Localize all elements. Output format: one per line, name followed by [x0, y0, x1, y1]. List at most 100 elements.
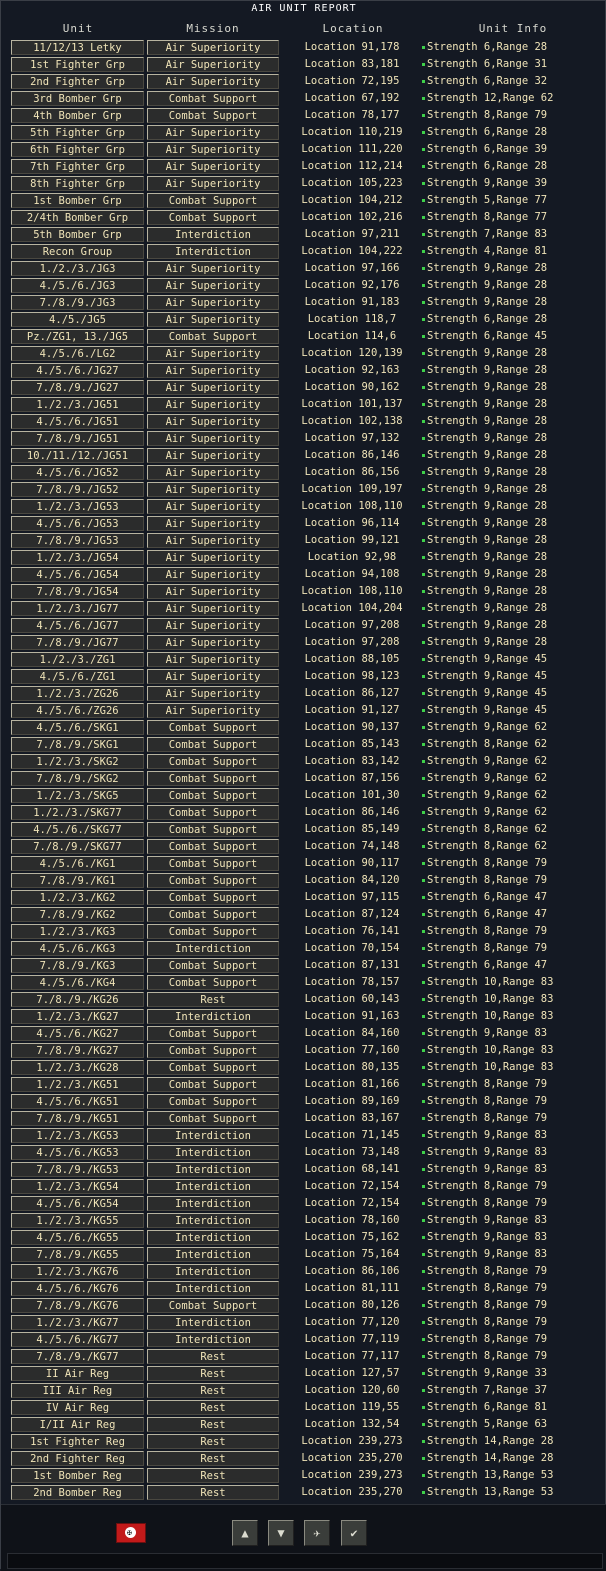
scroll-up-button[interactable]: ▲ [232, 1520, 258, 1546]
table-row[interactable]: 4./5./6./KG77 Interdiction Location 77,119… [1, 1331, 606, 1348]
mission-button[interactable]: Air Superiority [147, 40, 279, 55]
mission-button[interactable]: Rest [147, 1417, 279, 1432]
table-row[interactable]: 1./2./3./KG55 Interdiction Location 78,160… [1, 1212, 606, 1229]
mission-button[interactable]: Combat Support [147, 210, 279, 225]
table-row[interactable]: 7./8./9./JG54 Air Superiority Location 108… [1, 583, 606, 600]
table-row[interactable]: 1./2./3./SKG2 Combat Support Location 83,1… [1, 753, 606, 770]
table-row[interactable]: 7./8./9./KG51 Combat Support Location 83,1… [1, 1110, 606, 1127]
unit-name-button[interactable]: 1st Bomber Reg [11, 1468, 144, 1483]
table-row[interactable]: 7./8./9./KG27 Combat Support Location 77,1… [1, 1042, 606, 1059]
table-row[interactable]: Recon Group Interdiction Location 104,222 S… [1, 243, 606, 260]
table-row[interactable]: 4./5./6./JG77 Air Superiority Location 97,… [1, 617, 606, 634]
unit-name-button[interactable]: 4./5./6./JG77 [11, 618, 144, 633]
unit-name-button[interactable]: 1./2./3./ZG1 [11, 652, 144, 667]
table-row[interactable]: 4./5./6./ZG26 Air Superiority Location 91,… [1, 702, 606, 719]
unit-name-button[interactable]: 7./8./9./SKG1 [11, 737, 144, 752]
unit-name-button[interactable]: 1./2./3./ZG26 [11, 686, 144, 701]
unit-name-button[interactable]: 1./2./3./SKG5 [11, 788, 144, 803]
unit-name-button[interactable]: 1./2./3./KG2 [11, 890, 144, 905]
table-row[interactable]: 7./8./9./KG77 Rest Location 77,117 Strength… [1, 1348, 606, 1365]
table-row[interactable]: 2nd Fighter Reg Rest Location 235,270 Stren… [1, 1450, 606, 1467]
table-row[interactable]: 1./2./3./KG3 Combat Support Location 76,14… [1, 923, 606, 940]
table-row[interactable]: 6th Fighter Grp Air Superiority Location 1… [1, 141, 606, 158]
unit-name-button[interactable]: 4./5./6./JG51 [11, 414, 144, 429]
unit-name-button[interactable]: 2nd Fighter Grp [11, 74, 144, 89]
unit-name-button[interactable]: 4./5./6./KG76 [11, 1281, 144, 1296]
mission-button[interactable]: Interdiction [147, 227, 279, 242]
unit-name-button[interactable]: 1./2./3./JG54 [11, 550, 144, 565]
table-row[interactable]: 4./5./JG5 Air Superiority Location 118,7 St… [1, 311, 606, 328]
unit-name-button[interactable]: 1./2./3./SKG77 [11, 805, 144, 820]
table-row[interactable]: 5th Fighter Grp Air Superiority Location 1… [1, 124, 606, 141]
table-row[interactable]: 4./5./6./KG51 Combat Support Location 89,1… [1, 1093, 606, 1110]
unit-name-button[interactable]: 4./5./6./KG77 [11, 1332, 144, 1347]
unit-name-button[interactable]: 4./5./6./JG52 [11, 465, 144, 480]
unit-name-button[interactable]: 4./5./6./KG27 [11, 1026, 144, 1041]
unit-name-button[interactable]: Pz./ZG1, 13./JG5 [11, 329, 144, 344]
mission-button[interactable]: Combat Support [147, 737, 279, 752]
table-row[interactable]: 4th Bomber Grp Combat Support Location 78,… [1, 107, 606, 124]
table-row[interactable]: 2nd Bomber Reg Rest Location 235,270 Streng… [1, 1484, 606, 1501]
mission-button[interactable]: Combat Support [147, 1094, 279, 1109]
table-row[interactable]: IV Air Reg Rest Location 119,55 Strength 6,… [1, 1399, 606, 1416]
unit-name-button[interactable]: 8th Fighter Grp [11, 176, 144, 191]
unit-name-button[interactable]: 4./5./6./KG3 [11, 941, 144, 956]
unit-name-button[interactable]: 7./8./9./JG3 [11, 295, 144, 310]
table-row[interactable]: 1./2./3./SKG77 Combat Support Location 86,… [1, 804, 606, 821]
mission-button[interactable]: Interdiction [147, 1213, 279, 1228]
table-row[interactable]: 1./2./3./JG3 Air Superiority Location 97,1… [1, 260, 606, 277]
mission-button[interactable]: Air Superiority [147, 448, 279, 463]
mission-button[interactable]: Air Superiority [147, 142, 279, 157]
mission-button[interactable]: Interdiction [147, 1230, 279, 1245]
mission-button[interactable]: Air Superiority [147, 125, 279, 140]
table-row[interactable]: 4./5./6./KG55 Interdiction Location 75,162… [1, 1229, 606, 1246]
table-row[interactable]: 7./8./9./SKG77 Combat Support Location 74,… [1, 838, 606, 855]
unit-name-button[interactable]: 4./5./6./KG53 [11, 1145, 144, 1160]
table-row[interactable]: 7./8./9./JG51 Air Superiority Location 97,… [1, 430, 606, 447]
unit-name-button[interactable]: 7./8./9./JG77 [11, 635, 144, 650]
mission-button[interactable]: Air Superiority [147, 159, 279, 174]
unit-name-button[interactable]: 1./2./3./KG55 [11, 1213, 144, 1228]
table-row[interactable]: 7./8./9./JG77 Air Superiority Location 97,… [1, 634, 606, 651]
mission-button[interactable]: Combat Support [147, 822, 279, 837]
table-row[interactable]: I/II Air Reg Rest Location 132,54 Strength … [1, 1416, 606, 1433]
table-row[interactable]: 7./8./9./KG55 Interdiction Location 75,164… [1, 1246, 606, 1263]
mission-button[interactable]: Air Superiority [147, 482, 279, 497]
mission-button[interactable]: Interdiction [147, 1196, 279, 1211]
table-row[interactable]: 10./11./12./JG51 Air Superiority Location … [1, 447, 606, 464]
unit-name-button[interactable]: 4th Bomber Grp [11, 108, 144, 123]
unit-name-button[interactable]: 7th Fighter Grp [11, 159, 144, 174]
unit-name-button[interactable]: 7./8./9./KG76 [11, 1298, 144, 1313]
unit-name-button[interactable]: 6th Fighter Grp [11, 142, 144, 157]
table-row[interactable]: 7./8./9./KG53 Interdiction Location 68,141… [1, 1161, 606, 1178]
unit-name-button[interactable]: 4./5./6./JG54 [11, 567, 144, 582]
mission-button[interactable]: Combat Support [147, 975, 279, 990]
unit-name-button[interactable]: 1st Bomber Grp [11, 193, 144, 208]
table-row[interactable]: 7./8./9./SKG2 Combat Support Location 87,1… [1, 770, 606, 787]
unit-name-button[interactable]: 7./8./9./SKG2 [11, 771, 144, 786]
mission-button[interactable]: Interdiction [147, 1162, 279, 1177]
mission-button[interactable]: Combat Support [147, 91, 279, 106]
mission-button[interactable]: Combat Support [147, 856, 279, 871]
table-row[interactable]: 1./2./3./KG53 Interdiction Location 71,145… [1, 1127, 606, 1144]
table-row[interactable]: 2nd Fighter Grp Air Superiority Location 7… [1, 73, 606, 90]
mission-button[interactable]: Combat Support [147, 1111, 279, 1126]
mission-button[interactable]: Air Superiority [147, 414, 279, 429]
unit-name-button[interactable]: 4./5./6./KG4 [11, 975, 144, 990]
confirm-button[interactable]: ✔ [341, 1520, 367, 1546]
mission-button[interactable]: Rest [147, 1434, 279, 1449]
table-row[interactable]: 1st Fighter Reg Rest Location 239,273 Stren… [1, 1433, 606, 1450]
unit-name-button[interactable]: 4./5./6./KG55 [11, 1230, 144, 1245]
table-row[interactable]: II Air Reg Rest Location 127,57 Strength 9,… [1, 1365, 606, 1382]
table-row[interactable]: 4./5./6./KG54 Interdiction Location 72,154… [1, 1195, 606, 1212]
table-row[interactable]: 4./5./6./KG53 Interdiction Location 73,148… [1, 1144, 606, 1161]
table-row[interactable]: 7./8./9./SKG1 Combat Support Location 85,1… [1, 736, 606, 753]
unit-name-button[interactable]: 7./8./9./KG26 [11, 992, 144, 1007]
mission-button[interactable]: Air Superiority [147, 601, 279, 616]
mission-button[interactable]: Combat Support [147, 108, 279, 123]
unit-name-button[interactable]: 1./2./3./JG3 [11, 261, 144, 276]
unit-name-button[interactable]: Recon Group [11, 244, 144, 259]
mission-button[interactable]: Air Superiority [147, 567, 279, 582]
mission-button[interactable]: Air Superiority [147, 380, 279, 395]
unit-name-button[interactable]: 1./2./3./JG77 [11, 601, 144, 616]
